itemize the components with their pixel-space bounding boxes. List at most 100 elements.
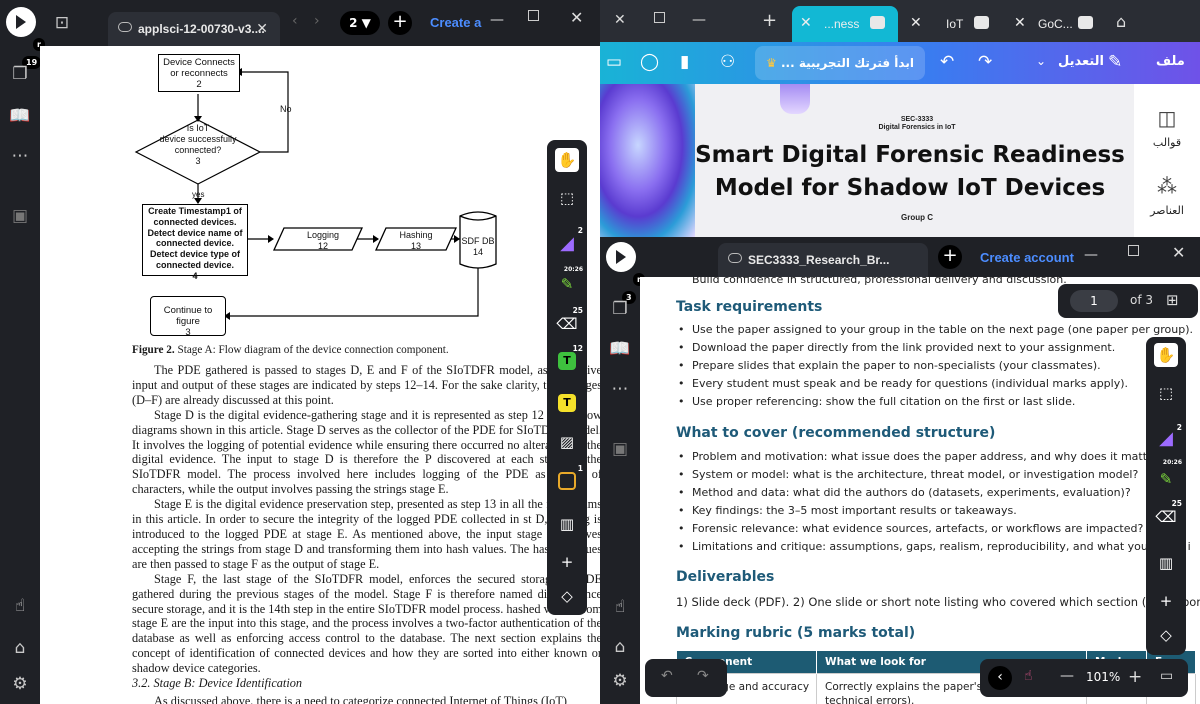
figure-caption: Figure 2. Stage A: Flow diagram of the d… bbox=[132, 344, 449, 356]
page-count-dropdown[interactable]: 2 ▼ bbox=[340, 11, 380, 35]
add-button[interactable]: + bbox=[938, 245, 962, 269]
section-heading: 3.2. Stage B: Device Identification bbox=[132, 676, 303, 690]
new-tab-button[interactable]: + bbox=[762, 10, 777, 31]
close-tab-icon[interactable]: ✕ bbox=[1014, 14, 1026, 31]
learn-icon[interactable]: ⌂ bbox=[608, 635, 632, 659]
elements-item[interactable]: ⁂ العناصر bbox=[1134, 174, 1200, 217]
pencil-icon[interactable]: ✎ bbox=[1108, 52, 1122, 72]
edit-menu[interactable]: التعديل bbox=[1058, 54, 1104, 69]
templates-item[interactable]: ◫ قوالب bbox=[1134, 106, 1200, 149]
hand-icon[interactable]: ✋ bbox=[1154, 343, 1178, 367]
tab-research-brief[interactable]: SEC3333_Research_Br... bbox=[718, 243, 928, 277]
frame-tool-icon[interactable] bbox=[558, 472, 576, 490]
image-icon[interactable]: ▨ bbox=[555, 430, 579, 454]
share-people-icon[interactable]: ⚇ bbox=[720, 52, 735, 72]
create-account-link[interactable]: Create account bbox=[980, 250, 1074, 265]
page-number-input[interactable]: 1 bbox=[1070, 290, 1118, 312]
library-icon[interactable]: ▥ bbox=[1154, 551, 1178, 575]
add-tool-icon[interactable]: + bbox=[1154, 589, 1178, 613]
shape-tool-icon[interactable]: ◢ bbox=[555, 232, 579, 256]
canva-window: ✕ — + ✕ ...ness ✕ IoT ✕ GoC... ⌂ ▭ ◯ ▮ ⚇… bbox=[600, 0, 1200, 237]
slide-course-code: SEC-3333 bbox=[900, 116, 934, 123]
close-tab-icon[interactable]: ✕ bbox=[910, 14, 922, 31]
yellow-text-icon[interactable]: T bbox=[558, 394, 576, 412]
add-tool-icon[interactable]: + bbox=[555, 550, 579, 574]
save-icon[interactable]: ▣ bbox=[8, 204, 32, 228]
what-to-cover-list: Problem and motivation: what issue does … bbox=[678, 448, 1191, 556]
pages-icon[interactable]: ❐ bbox=[608, 297, 632, 321]
settings-gear-icon[interactable]: ⚙ bbox=[608, 669, 632, 693]
create-account-link[interactable]: Create a bbox=[430, 15, 481, 30]
minimize-button[interactable]: — bbox=[1084, 247, 1098, 263]
chevron-down-icon[interactable]: ⌄ bbox=[1036, 54, 1046, 68]
deliverables-text: 1) Slide deck (PDF). 2) One slide or sho… bbox=[676, 595, 1200, 609]
maximize-button[interactable] bbox=[654, 12, 665, 23]
home-icon[interactable]: ⌂ bbox=[1116, 12, 1126, 31]
select-icon[interactable]: ⬚ bbox=[555, 186, 579, 210]
close-tab-icon[interactable]: ✕ bbox=[256, 20, 268, 37]
close-window-button[interactable]: ✕ bbox=[1172, 243, 1185, 262]
save-icon[interactable]: ▣ bbox=[608, 437, 632, 461]
touch-icon[interactable]: ☝ bbox=[608, 595, 632, 619]
green-text-icon[interactable]: T bbox=[558, 352, 576, 370]
tab-applsci[interactable]: applsci-12-00730-v3.... ✕ bbox=[108, 12, 280, 46]
app-logo-icon[interactable] bbox=[606, 242, 636, 272]
tab-ness[interactable]: ✕ ...ness bbox=[792, 6, 898, 42]
highlighter-icon[interactable]: ✎ bbox=[555, 272, 579, 296]
minimize-button[interactable]: — bbox=[490, 12, 504, 28]
list-item: Problem and motivation: what issue does … bbox=[678, 448, 1191, 466]
collapse-tools-icon[interactable]: ◇ bbox=[555, 584, 579, 608]
insights-icon[interactable]: ▮ bbox=[680, 52, 689, 72]
more-icon[interactable]: ⋯ bbox=[608, 377, 632, 401]
comment-icon[interactable]: ◯ bbox=[640, 52, 659, 72]
highlighter-icon[interactable]: ✎ bbox=[1154, 467, 1178, 491]
add-button[interactable]: + bbox=[388, 11, 412, 35]
book-icon[interactable]: 📖 bbox=[608, 337, 632, 361]
app-logo-icon[interactable] bbox=[6, 7, 36, 37]
list-item: Every student must speak and be ready fo… bbox=[678, 375, 1193, 393]
redo-icon[interactable]: ↷ bbox=[697, 668, 709, 684]
undo-icon[interactable]: ↶ bbox=[940, 52, 954, 72]
touch-pen-icon[interactable]: ☝ bbox=[1024, 668, 1033, 684]
tab-iot[interactable]: ✕ IoT bbox=[902, 6, 1002, 42]
library-icon[interactable]: ▥ bbox=[555, 512, 579, 536]
start-trial-button[interactable]: ابدأ فترتك التجريبية ... ♛ bbox=[755, 46, 925, 80]
zoom-in-icon[interactable]: + bbox=[1128, 667, 1142, 687]
right-sidebar: r 3 ❐ 📖 ⋯ ▣ ☝ ⌂ ⚙ bbox=[600, 273, 645, 704]
touch-icon[interactable]: ☝ bbox=[8, 594, 32, 618]
minimize-button[interactable]: — bbox=[692, 12, 706, 28]
close-window-button[interactable]: ✕ bbox=[570, 8, 583, 27]
chevron-left-icon[interactable]: ‹ bbox=[292, 13, 298, 29]
eraser-icon[interactable]: ⌫ bbox=[555, 312, 579, 336]
shape-tool-icon[interactable]: ◢ bbox=[1154, 427, 1178, 451]
new-file-icon[interactable]: ⊡ bbox=[50, 11, 74, 35]
cloud-icon bbox=[728, 253, 742, 263]
slide-canvas[interactable]: SEC-3333 Digital Forensics in IoT Smart … bbox=[600, 84, 1134, 237]
pages-icon[interactable]: ❐ bbox=[8, 62, 32, 86]
more-icon[interactable]: ⋯ bbox=[8, 144, 32, 168]
learn-icon[interactable]: ⌂ bbox=[8, 636, 32, 660]
maximize-button[interactable] bbox=[1128, 245, 1139, 256]
eraser-icon[interactable]: ⌫ bbox=[1154, 505, 1178, 529]
redo-icon[interactable]: ↷ bbox=[978, 52, 992, 72]
grid-view-icon[interactable]: ⊞ bbox=[1166, 291, 1179, 309]
zoom-level[interactable]: 101% bbox=[1086, 670, 1120, 684]
list-item: Method and data: what did the authors do… bbox=[678, 484, 1191, 502]
tab-goc[interactable]: ✕ GoC... bbox=[1006, 6, 1106, 42]
collapse-tools-icon[interactable]: ◇ bbox=[1154, 623, 1178, 647]
right-document: Build confidence in structured, professi… bbox=[640, 277, 1200, 704]
zoom-out-icon[interactable]: — bbox=[1060, 668, 1074, 684]
file-menu[interactable]: ملف bbox=[1156, 54, 1185, 69]
close-window-button[interactable]: ✕ bbox=[614, 12, 626, 28]
present-icon[interactable]: ▭ bbox=[606, 52, 622, 72]
settings-gear-icon[interactable]: ⚙ bbox=[8, 672, 32, 696]
fit-page-icon[interactable]: ▭ bbox=[1160, 668, 1173, 684]
close-tab-icon[interactable]: ✕ bbox=[800, 14, 812, 31]
undo-icon[interactable]: ↶ bbox=[661, 668, 673, 684]
book-icon[interactable]: 📖 bbox=[8, 104, 32, 128]
chevron-right-icon[interactable]: › bbox=[314, 13, 320, 29]
select-icon[interactable]: ⬚ bbox=[1154, 381, 1178, 405]
maximize-button[interactable] bbox=[528, 10, 539, 21]
hand-icon[interactable]: ✋ bbox=[555, 148, 579, 172]
collapse-button[interactable]: ‹ bbox=[988, 666, 1012, 690]
